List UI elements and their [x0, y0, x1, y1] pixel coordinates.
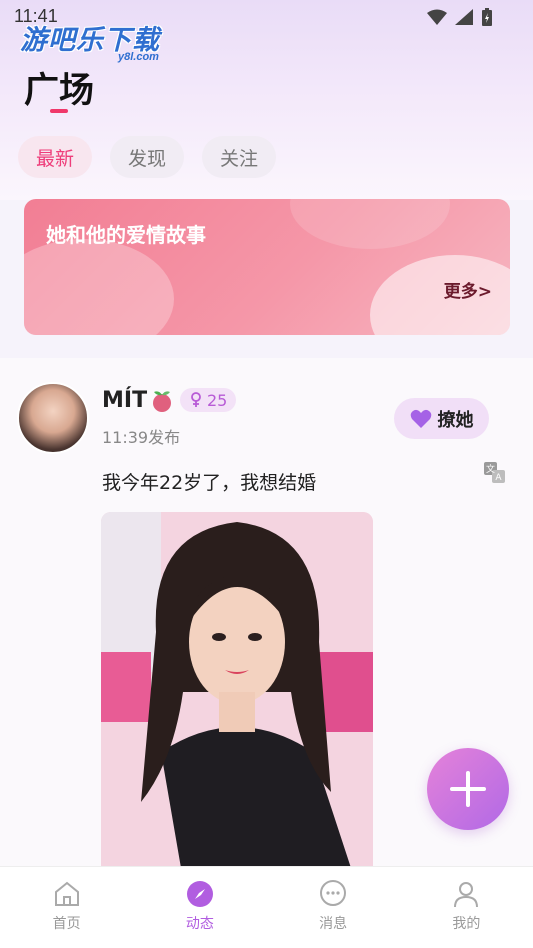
banner-title: 她和他的爱情故事: [46, 223, 206, 247]
signal-icon: [455, 9, 473, 25]
tab-discover[interactable]: 发现: [110, 136, 185, 178]
love-story-banner[interactable]: 她和他的爱情故事 更多>: [24, 199, 510, 335]
watermark-sub: y8l.com: [118, 51, 159, 63]
svg-text:A: A: [495, 473, 502, 483]
post-text: 我今年22岁了，我想结婚: [102, 472, 317, 494]
nav-item-profile[interactable]: 我的: [400, 867, 533, 948]
post-photo[interactable]: [101, 512, 373, 868]
post-time: 11:39发布: [102, 428, 181, 447]
banner-cloud: [290, 199, 450, 249]
nav-label: 消息: [319, 916, 348, 932]
wifi-icon: [427, 9, 447, 25]
translate-icon[interactable]: 文 A: [484, 462, 506, 484]
person-icon: [454, 882, 479, 908]
username-text: MÍT: [102, 388, 148, 413]
plus-icon: [450, 771, 486, 807]
nav-label: 动态: [185, 916, 214, 932]
tab-latest[interactable]: 最新: [18, 136, 93, 178]
battery-icon: [482, 8, 492, 26]
nav-item-messages[interactable]: 消息: [267, 867, 400, 948]
flirt-button[interactable]: 撩她: [394, 398, 489, 439]
home-icon: [54, 881, 79, 906]
tab-follow[interactable]: 关注: [202, 136, 277, 178]
post-username[interactable]: MÍT: [102, 388, 175, 413]
portrait-illustration: [101, 512, 373, 868]
flirt-label: 撩她: [437, 409, 474, 431]
nav-label: 首页: [52, 916, 81, 932]
peach-icon: [153, 390, 172, 412]
nav-item-feed[interactable]: 动态: [133, 867, 266, 948]
heart-icon: [410, 409, 431, 428]
nav-label: 我的: [452, 916, 481, 932]
status-icons: [427, 8, 493, 26]
nav-item-home[interactable]: 首页: [0, 867, 133, 948]
banner-more-link[interactable]: 更多>: [444, 277, 492, 302]
banner-cloud: [24, 239, 174, 335]
female-icon: [191, 392, 201, 407]
svg-text:文: 文: [486, 463, 495, 475]
chat-icon: [320, 880, 347, 906]
create-post-button[interactable]: [427, 748, 509, 830]
bottom-nav: 首页 动态 消息 我的: [0, 866, 533, 948]
age-value: 25: [207, 390, 228, 410]
avatar[interactable]: [17, 382, 89, 454]
compass-icon: [186, 881, 213, 907]
gender-age-badge: 25: [180, 388, 237, 412]
page-title: 广场: [24, 71, 95, 111]
title-underline: [50, 109, 68, 113]
tab-bar: 最新 发现 关注: [18, 136, 277, 178]
